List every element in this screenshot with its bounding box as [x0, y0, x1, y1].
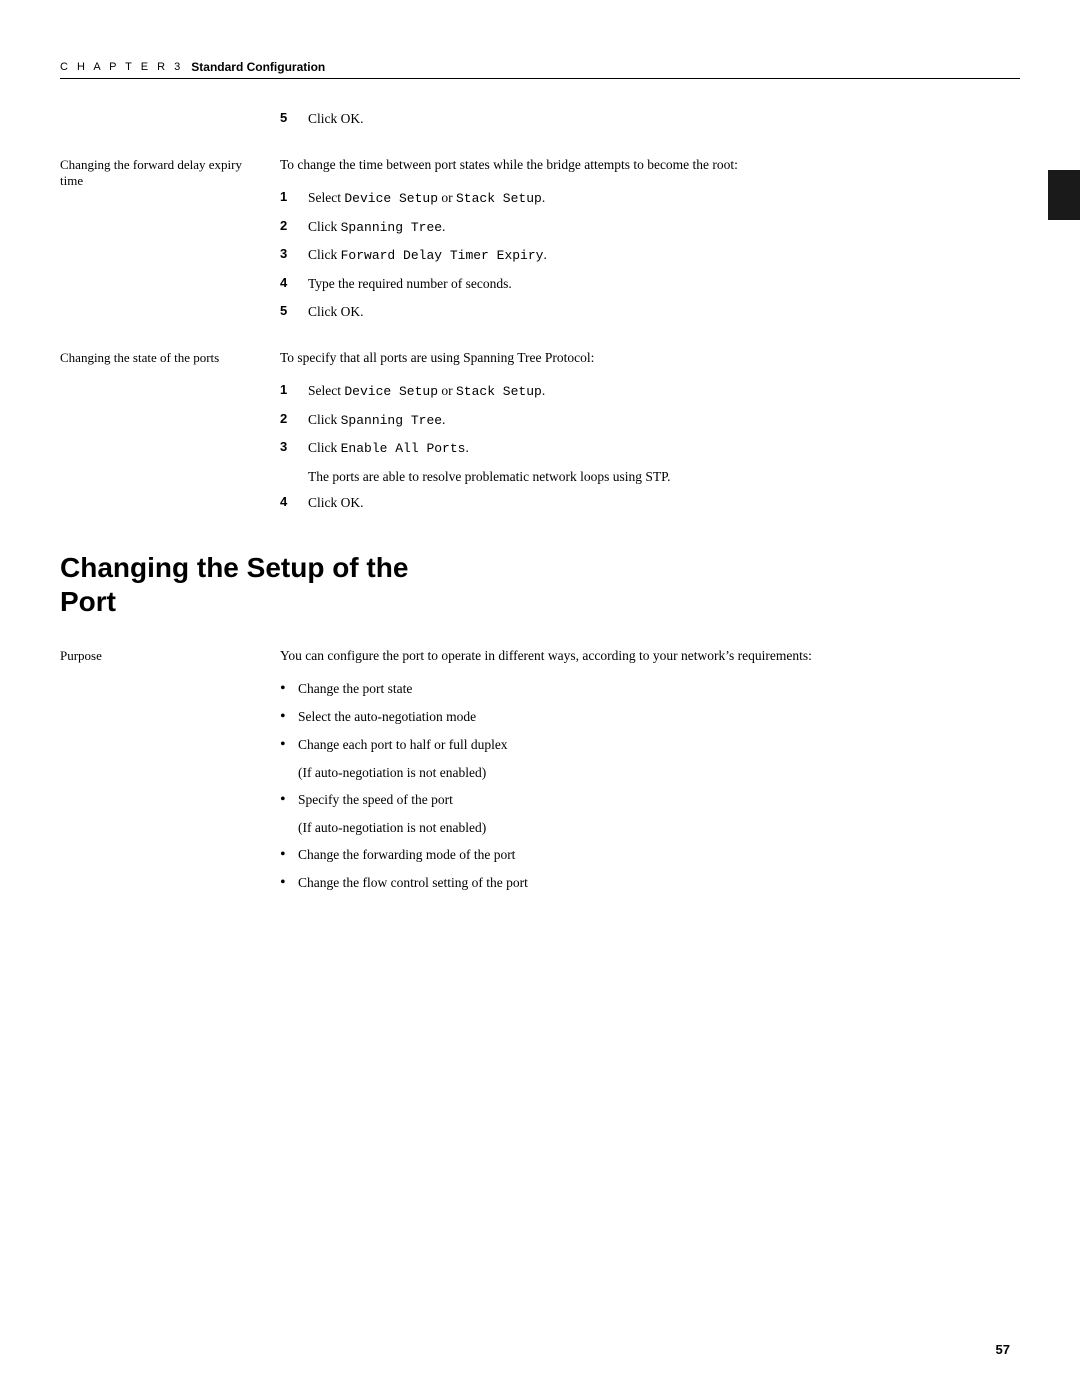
step-text-fd-4: Type the required number of seconds. [308, 274, 1020, 294]
left-col-empty-1 [60, 109, 280, 137]
purpose-section: Purpose You can configure the port to op… [60, 646, 1020, 900]
page-marker [1048, 170, 1080, 220]
step-text-fd-2: Click Spanning Tree. [308, 217, 1020, 238]
step-p-3: 3 Click Enable All Ports. [280, 438, 1020, 459]
code-spanning-tree-2: Spanning Tree [341, 413, 442, 428]
content-area: 5 Click OK. Changing the forward delay e… [0, 109, 1080, 900]
code-forward-delay: Forward Delay Timer Expiry [341, 248, 544, 263]
step-fd-4: 4 Type the required number of seconds. [280, 274, 1020, 294]
chapter-header: C H A P T E R 3 Standard Configuration [0, 60, 1080, 74]
bullet-sub-item-2: (If auto-negotiation is not enabled) [280, 818, 1020, 838]
purpose-label: Purpose [60, 648, 102, 663]
step-text-fd-1: Select Device Setup or Stack Setup. [308, 188, 1020, 209]
intro-ports: To specify that all ports are using Span… [280, 348, 1020, 369]
step-5-top: 5 Click OK. [280, 109, 1020, 129]
bullet-item-3: • Change each port to half or full duple… [280, 735, 1020, 756]
step-text-fd-3: Click Forward Delay Timer Expiry. [308, 245, 1020, 266]
bullet-item-2: • Select the auto-negotiation mode [280, 707, 1020, 728]
bullet-dot-5: • [280, 845, 298, 866]
code-stack-setup-2: Stack Setup [456, 384, 542, 399]
step-text-p-4: Click OK. [308, 493, 1020, 513]
step-number-5-top: 5 [280, 109, 308, 125]
intro-forward-delay: To change the time between port states w… [280, 155, 1020, 176]
bullet-sub-item-1: (If auto-negotiation is not enabled) [280, 763, 1020, 783]
bullet-item-1: • Change the port state [280, 679, 1020, 700]
chapter-title: Standard Configuration [191, 60, 325, 74]
heading-line2: Port [60, 586, 116, 617]
code-device-setup-2: Device Setup [344, 384, 438, 399]
chapter-divider [60, 78, 1020, 79]
note-text: The ports are able to resolve problemati… [308, 467, 1020, 487]
page-number: 57 [996, 1342, 1010, 1357]
code-device-setup-1: Device Setup [344, 191, 438, 206]
purpose-intro: You can configure the port to operate in… [280, 646, 1020, 667]
bullet-dot-6: • [280, 873, 298, 894]
bullet-dot-4: • [280, 790, 298, 811]
section2-wrapper: Changing the Setup of the Port Purpose Y… [60, 551, 1020, 900]
step-text-p-2: Click Spanning Tree. [308, 410, 1020, 431]
step-fd-5: 5 Click OK. [280, 302, 1020, 322]
step-text-5-top: Click OK. [308, 109, 1020, 129]
right-col-purpose: You can configure the port to operate in… [280, 646, 1020, 900]
bullet-dot-1: • [280, 679, 298, 700]
right-col-step5: 5 Click OK. [280, 109, 1020, 137]
step-p-2: 2 Click Spanning Tree. [280, 410, 1020, 431]
chapter-label: C H A P T E R 3 [60, 61, 183, 73]
step-num-fd-1: 1 [280, 188, 308, 204]
step-text-p-3: Click Enable All Ports. [308, 438, 1020, 459]
code-stack-setup-1: Stack Setup [456, 191, 542, 206]
forward-delay-section: Changing the forward delay expiry time T… [60, 155, 1020, 330]
step-p-1: 1 Select Device Setup or Stack Setup. [280, 381, 1020, 402]
right-col-forward-delay: To change the time between port states w… [280, 155, 1020, 330]
bullet-dot-2: • [280, 707, 298, 728]
bullet-dot-3: • [280, 735, 298, 756]
section-top-step5: 5 Click OK. [60, 109, 1020, 137]
bullet-item-6: • Change the flow control setting of the… [280, 873, 1020, 894]
bullet-text-2: Select the auto-negotiation mode [298, 707, 476, 727]
step-num-p-2: 2 [280, 410, 308, 426]
bullet-item-4: • Specify the speed of the port [280, 790, 1020, 811]
left-label-1: Changing the forward delay expiry time [60, 157, 242, 188]
step-num-p-1: 1 [280, 381, 308, 397]
step-num-p-4: 4 [280, 493, 308, 509]
ports-state-section: Changing the state of the ports To speci… [60, 348, 1020, 521]
bullet-text-5: Change the forwarding mode of the port [298, 845, 515, 865]
step-num-fd-4: 4 [280, 274, 308, 290]
step-num-fd-3: 3 [280, 245, 308, 261]
left-col-ports: Changing the state of the ports [60, 348, 280, 521]
left-col-forward-delay: Changing the forward delay expiry time [60, 155, 280, 330]
step-fd-1: 1 Select Device Setup or Stack Setup. [280, 188, 1020, 209]
bullet-item-5: • Change the forwarding mode of the port [280, 845, 1020, 866]
step-text-p-1: Select Device Setup or Stack Setup. [308, 381, 1020, 402]
left-label-2: Changing the state of the ports [60, 350, 219, 365]
step-fd-2: 2 Click Spanning Tree. [280, 217, 1020, 238]
bullet-text-1: Change the port state [298, 679, 412, 699]
heading-line1: Changing the Setup of the [60, 552, 408, 583]
bullet-sub-text-2: (If auto-negotiation is not enabled) [298, 818, 486, 838]
left-col-purpose: Purpose [60, 646, 280, 900]
bullet-text-4: Specify the speed of the port [298, 790, 453, 810]
step-num-fd-2: 2 [280, 217, 308, 233]
bullet-list: • Change the port state • Select the aut… [280, 679, 1020, 893]
bullet-sub-text-1: (If auto-negotiation is not enabled) [298, 763, 486, 783]
bullet-text-3: Change each port to half or full duplex [298, 735, 508, 755]
step-text-fd-5: Click OK. [308, 302, 1020, 322]
code-enable-all-ports: Enable All Ports [341, 441, 466, 456]
section-heading: Changing the Setup of the Port [60, 551, 1020, 618]
bullet-text-6: Change the flow control setting of the p… [298, 873, 528, 893]
code-spanning-tree-1: Spanning Tree [341, 220, 442, 235]
step-fd-3: 3 Click Forward Delay Timer Expiry. [280, 245, 1020, 266]
page: C H A P T E R 3 Standard Configuration 5… [0, 0, 1080, 1397]
step-p-4: 4 Click OK. [280, 493, 1020, 513]
right-col-ports: To specify that all ports are using Span… [280, 348, 1020, 521]
step-num-p-3: 3 [280, 438, 308, 454]
step-num-fd-5: 5 [280, 302, 308, 318]
